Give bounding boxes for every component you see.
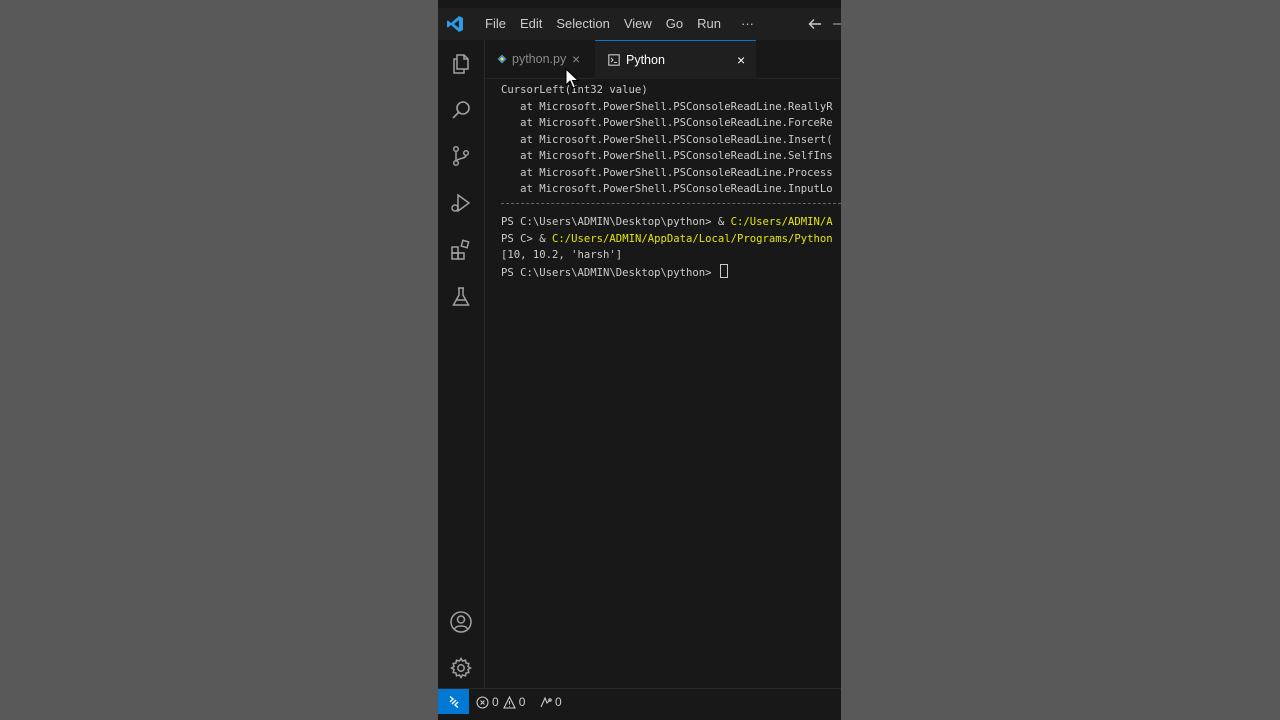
menu-view[interactable]: View — [617, 8, 659, 40]
warning-icon — [502, 695, 516, 709]
terminal-line: at Microsoft.PowerShell.PSConsoleReadLin… — [501, 150, 833, 162]
prompt-text: PS C:\Users\ADMIN\Desktop\python> — [501, 266, 718, 279]
testing-icon[interactable] — [448, 284, 474, 310]
left-letterbox — [0, 0, 438, 720]
title-bar: File Edit Selection View Go Run ··· — [438, 8, 841, 40]
tab-bar: python.py × Python × — [485, 40, 841, 79]
terminal-line: at Microsoft.PowerShell.PSConsoleReadLin… — [501, 133, 833, 146]
menu-more[interactable]: ··· — [734, 8, 761, 40]
tab-label: Python — [626, 53, 665, 67]
settings-gear-icon[interactable] — [448, 655, 474, 681]
close-icon[interactable]: × — [737, 52, 745, 68]
editor-area: python.py × Python × CursorLeft(Int32 va… — [485, 40, 841, 688]
run-debug-icon[interactable] — [448, 190, 474, 216]
close-icon[interactable]: × — [572, 51, 580, 67]
ports-status[interactable]: 0 — [539, 689, 562, 715]
source-control-icon[interactable] — [448, 143, 474, 169]
right-letterbox — [841, 0, 1280, 720]
terminal-prompt-line: PS C> & C:/Users/ADMIN/AppData/Local/Pro… — [501, 231, 833, 247]
python-file-icon — [497, 54, 507, 64]
vscode-window: File Edit Selection View Go Run ··· pyth… — [438, 0, 841, 720]
search-icon[interactable] — [448, 97, 474, 123]
menu-selection[interactable]: Selection — [549, 8, 616, 40]
terminal-prompt-line: PS C:\Users\ADMIN\Desktop\python> & C:/U… — [501, 214, 833, 230]
remote-indicator-icon[interactable] — [438, 689, 469, 715]
mouse-pointer-icon — [565, 68, 579, 89]
terminal-panel[interactable]: CursorLeft(Int32 value) at Microsoft.Pow… — [501, 82, 841, 672]
arrow-left-icon[interactable] — [808, 8, 822, 40]
arrow-right-icon[interactable] — [833, 8, 841, 40]
prompt-text: PS C:\Users\ADMIN\Desktop\python> & — [501, 216, 731, 228]
terminal-output: [10, 10.2, 'harsh'] — [501, 249, 623, 261]
activity-bar — [438, 40, 485, 688]
problems-status[interactable]: 0 0 — [476, 689, 525, 715]
status-bar: 0 0 0 — [438, 688, 841, 715]
ports-count: 0 — [555, 695, 562, 709]
menu-go[interactable]: Go — [659, 8, 690, 40]
terminal-icon — [608, 54, 620, 66]
menu-run[interactable]: Run — [690, 8, 728, 40]
terminal-separator — [501, 203, 841, 204]
window-bottom-edge — [438, 714, 841, 720]
command-path: C:/Users/ADMIN/AppData/Local/Programs/Py… — [552, 232, 833, 245]
tab-label: python.py — [512, 52, 567, 66]
terminal-line: at Microsoft.PowerShell.PSConsoleReadLin… — [501, 166, 833, 179]
menu-file[interactable]: File — [478, 8, 513, 40]
explorer-icon[interactable] — [448, 51, 474, 77]
error-icon — [476, 695, 489, 709]
error-count: 0 — [492, 695, 499, 709]
terminal-cursor — [719, 263, 728, 278]
warning-count: 0 — [518, 695, 526, 709]
ports-icon — [539, 696, 552, 709]
vscode-logo-icon — [446, 15, 464, 33]
extensions-icon[interactable] — [448, 237, 474, 263]
prompt-text: PS C> & — [501, 232, 553, 245]
tab-python-terminal[interactable]: Python × — [595, 40, 756, 79]
terminal-line: at Microsoft.PowerShell.PSConsoleReadLin… — [501, 183, 833, 195]
command-path: C:/Users/ADMIN/A — [730, 216, 833, 228]
account-icon[interactable] — [448, 609, 474, 635]
menu-edit[interactable]: Edit — [513, 8, 549, 40]
terminal-line: at Microsoft.PowerShell.PSConsoleReadLin… — [501, 100, 833, 113]
terminal-prompt-line[interactable]: PS C:\Users\ADMIN\Desktop\python> — [501, 263, 728, 280]
terminal-line: at Microsoft.PowerShell.PSConsoleReadLin… — [501, 117, 833, 129]
